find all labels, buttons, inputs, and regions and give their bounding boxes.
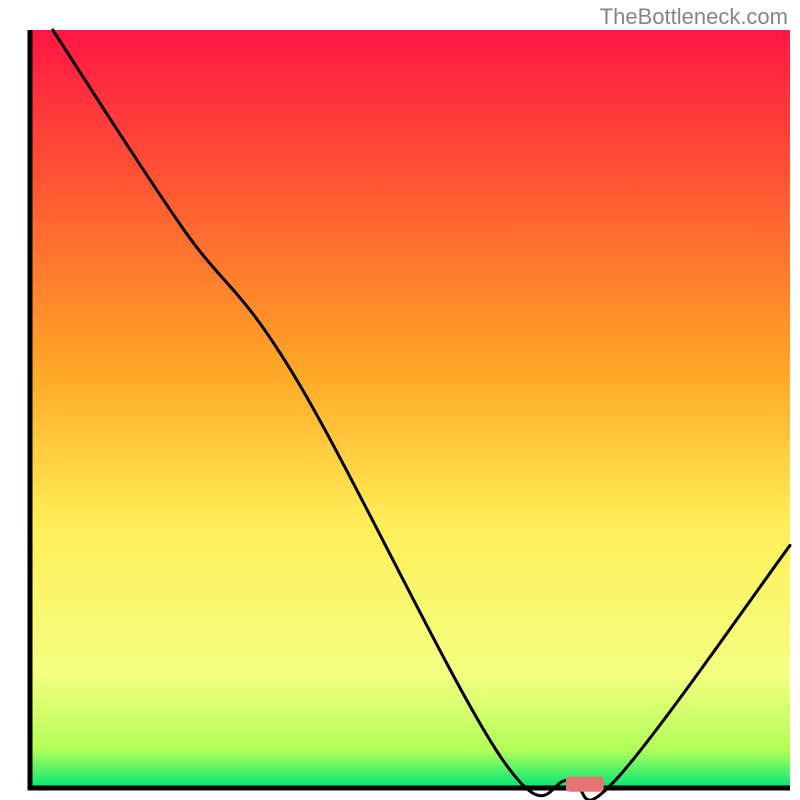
watermark-text: TheBottleneck.com bbox=[600, 4, 788, 30]
optimal-marker bbox=[566, 777, 604, 792]
plot-background bbox=[30, 30, 790, 788]
bottleneck-chart bbox=[0, 0, 800, 800]
chart-container: TheBottleneck.com bbox=[0, 0, 800, 800]
